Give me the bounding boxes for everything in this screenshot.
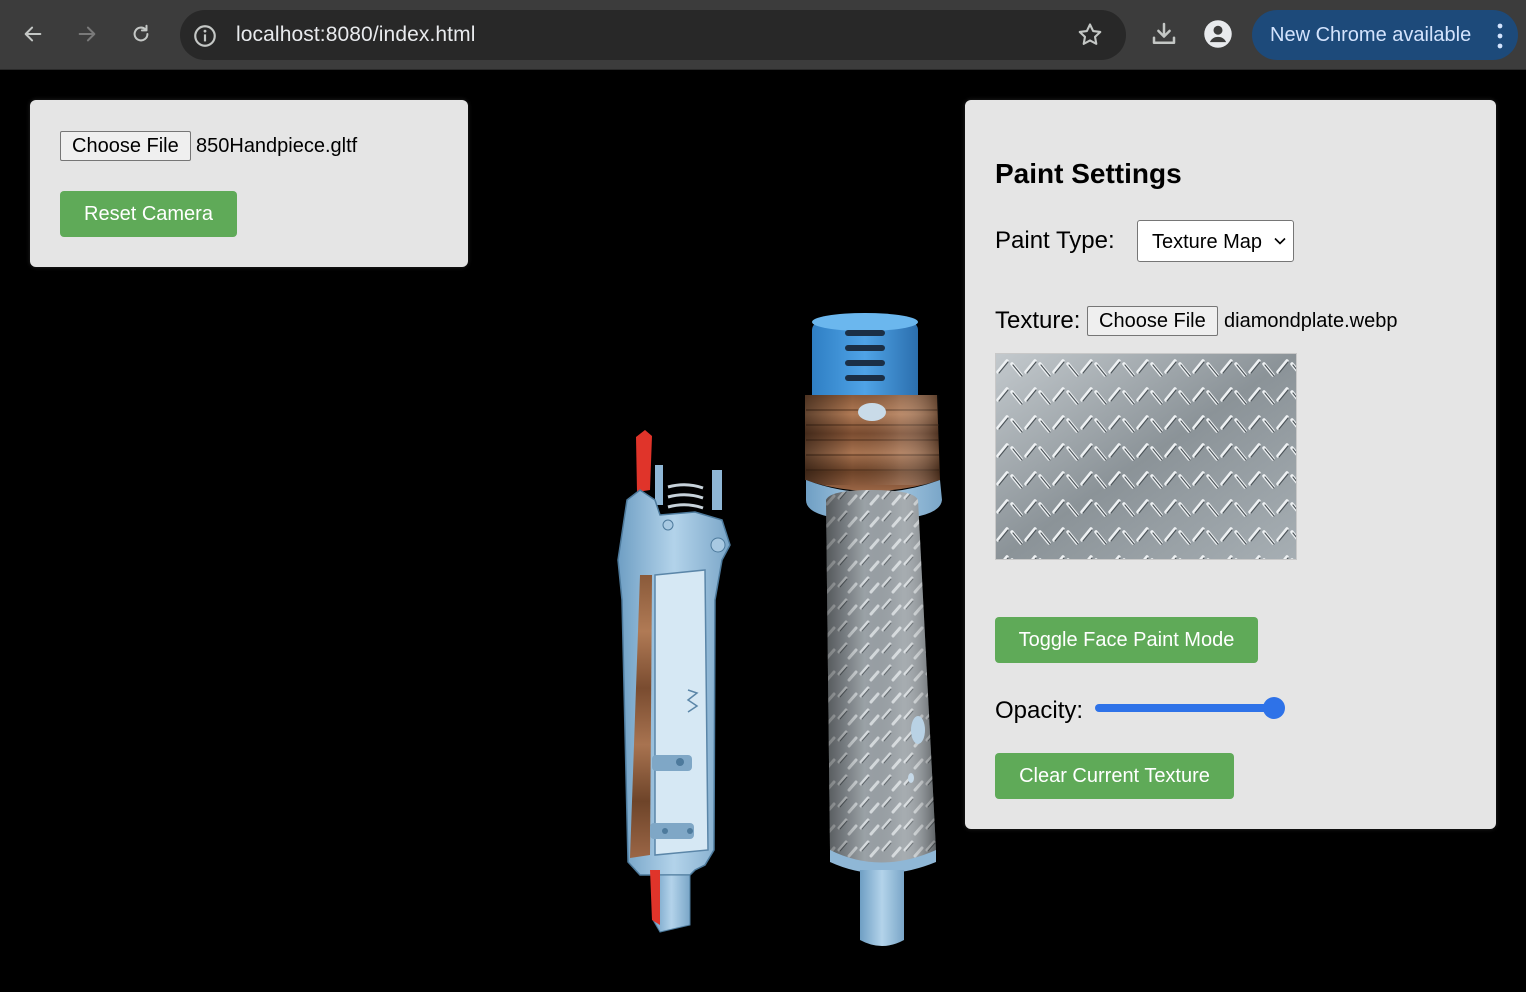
reload-icon[interactable] [123, 16, 159, 52]
url-text[interactable]: localhost:8080/index.html [236, 23, 475, 47]
address-bar[interactable]: localhost:8080/index.html [180, 10, 1126, 60]
clear-texture-button[interactable]: Clear Current Texture [995, 753, 1234, 799]
handpiece-cutaway [617, 430, 731, 933]
opacity-slider-thumb[interactable] [1263, 697, 1285, 719]
back-arrow-icon[interactable] [15, 16, 51, 52]
toggle-face-paint-button[interactable]: Toggle Face Paint Mode [995, 617, 1258, 663]
kebab-menu-icon[interactable] [1496, 22, 1504, 50]
star-icon[interactable] [1076, 21, 1104, 49]
paint-type-select[interactable]: Texture Map [1137, 220, 1294, 262]
chevron-down-icon [1274, 237, 1286, 245]
texture-file-name: diamondplate.webp [1224, 310, 1398, 332]
forward-arrow-icon[interactable] [69, 16, 105, 52]
reset-camera-button[interactable]: Reset Camera [60, 191, 237, 237]
update-label: New Chrome available [1270, 24, 1472, 46]
texture-choose-file-button[interactable]: Choose File [1087, 306, 1218, 336]
download-icon[interactable] [1149, 19, 1179, 49]
info-icon[interactable] [192, 23, 218, 49]
paint-settings-heading: Paint Settings [995, 158, 1182, 189]
model-loader-panel: Choose File 850Handpiece.gltf Reset Came… [30, 100, 468, 267]
opacity-slider-track[interactable] [1095, 704, 1275, 712]
handpiece-body [805, 313, 942, 946]
texture-label: Texture: [995, 307, 1081, 334]
model-choose-file-button[interactable]: Choose File [60, 131, 191, 161]
paint-type-value: Texture Map [1152, 231, 1263, 253]
paint-type-label: Paint Type: [995, 227, 1115, 254]
texture-preview-image [995, 353, 1297, 560]
profile-icon[interactable] [1203, 19, 1233, 49]
model-file-name: 850Handpiece.gltf [196, 135, 358, 157]
paint-settings-panel: Paint Settings Paint Type: Texture Map T… [965, 100, 1496, 829]
chrome-update-button[interactable]: New Chrome available [1252, 10, 1518, 60]
opacity-label: Opacity: [995, 697, 1084, 724]
browser-toolbar: localhost:8080/index.html New Chrome ava… [0, 0, 1526, 70]
